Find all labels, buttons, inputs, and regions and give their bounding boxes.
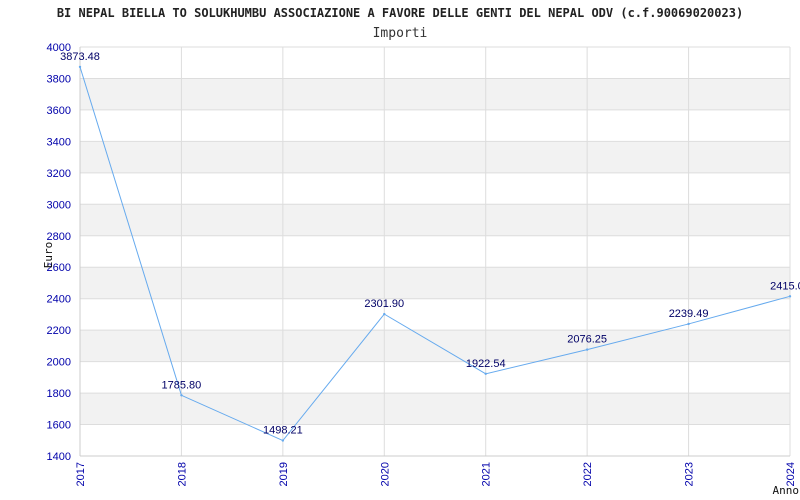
y-tick-label: 2000: [47, 357, 71, 369]
y-tick-label: 3400: [47, 136, 71, 148]
data-point: [383, 312, 386, 316]
y-tick-label: 1400: [47, 451, 71, 463]
chart-subtitle: Importi: [373, 26, 428, 41]
background-bands: [80, 78, 790, 425]
data-point: [78, 65, 82, 69]
x-tick-label: 2019: [278, 462, 290, 486]
y-axis-label: Euro: [42, 242, 55, 269]
y-tick-label: 2800: [47, 231, 71, 243]
x-tick-label: 2024: [785, 462, 797, 486]
grid-band: [80, 204, 790, 236]
y-tick-label: 3600: [47, 105, 71, 117]
y-tick-label: 3200: [47, 168, 71, 180]
y-tick-label: 1600: [47, 420, 71, 432]
y-tick-label: 2200: [47, 325, 71, 337]
grid-band: [80, 267, 790, 299]
data-point: [180, 394, 183, 397]
y-tick-label: 3000: [47, 199, 71, 211]
grid-band: [80, 330, 790, 362]
grid-band: [80, 141, 790, 173]
data-label: 2301.90: [364, 298, 404, 310]
y-tick-label: 3800: [47, 73, 71, 85]
x-tick-label: 2022: [582, 462, 594, 486]
data-point: [281, 439, 285, 442]
data-label: 1922.54: [466, 358, 506, 370]
data-point: [585, 348, 589, 351]
chart: 1400 1600 1800 2000 2200 2400 2600 2800 3000 3200…: [0, 0, 800, 500]
grid-band: [80, 78, 790, 110]
data-label: 1498.21: [263, 425, 303, 437]
x-tick-label: 2020: [379, 462, 391, 486]
x-tick-label: 2023: [684, 462, 696, 486]
data-point: [788, 295, 792, 298]
x-tick-label: 2021: [481, 462, 493, 486]
y-tick-label: 1800: [47, 388, 71, 400]
x-axis-label: Anno: [773, 484, 800, 497]
data-point: [687, 322, 690, 326]
line-chart: 1400160018002000220024002600280030003200…: [42, 6, 800, 497]
data-label: 2076.25: [567, 334, 607, 346]
chart-title: BI NEPAL BIELLA TO SOLUKHUMBU ASSOCIAZIO…: [57, 6, 743, 20]
data-label: 1785.80: [162, 379, 202, 391]
data-label: 2415.08: [770, 280, 800, 292]
x-tick-label: 2018: [176, 462, 188, 486]
data-label: 3873.48: [60, 51, 100, 63]
x-tick-label: 2017: [75, 462, 87, 486]
data-label: 2239.49: [669, 308, 709, 320]
x-axis-ticks: 2017 2018 2019 2020 2021 2022 2023 2024: [75, 462, 797, 486]
y-tick-label: 2400: [47, 294, 71, 306]
data-point: [484, 372, 487, 376]
